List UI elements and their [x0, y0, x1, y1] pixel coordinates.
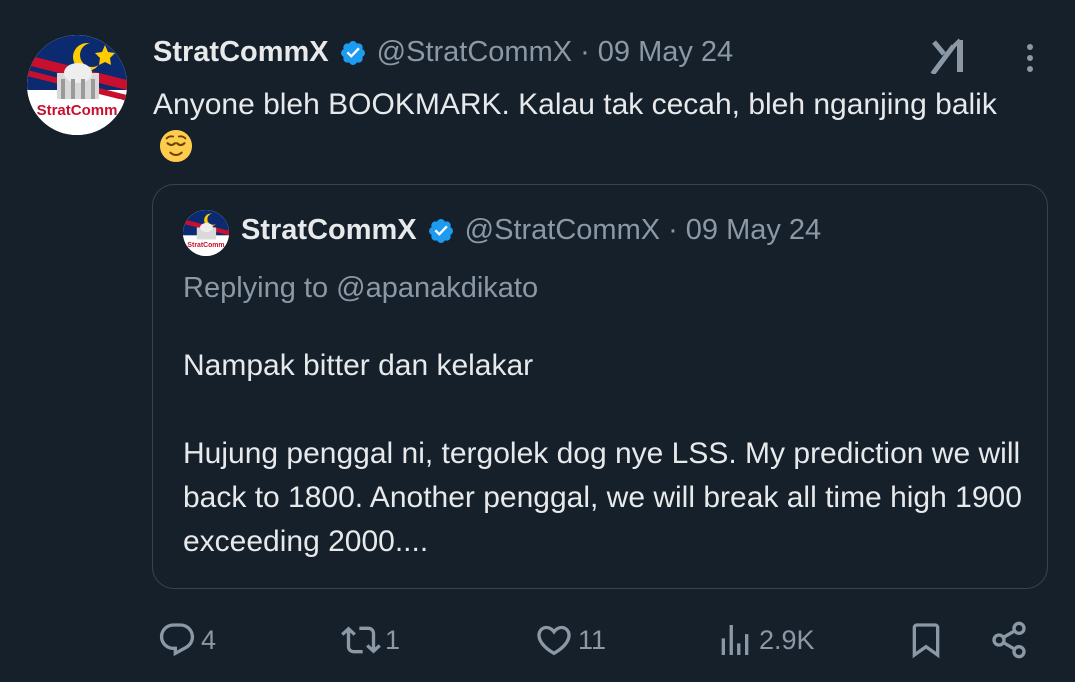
repost-icon [341, 626, 381, 654]
verified-badge-icon[interactable] [339, 39, 367, 67]
quoted-author-name[interactable]: StratCommX [241, 214, 417, 247]
tweet-text: Anyone bleh BOOKMARK. Kalau tak cecah, b… [153, 83, 1033, 169]
repost-button[interactable]: 1 [341, 615, 400, 665]
reply-button[interactable]: 4 [157, 615, 216, 665]
quoted-paragraph-2: Hujung penggal ni, tergolek dog nye LSS.… [183, 437, 1022, 558]
author-handle[interactable]: @StratCommX [377, 36, 572, 69]
share-icon [992, 621, 1026, 659]
reply-count: 4 [201, 624, 217, 655]
action-bar: 4 1 11 2.9K [0, 615, 1075, 665]
reply-icon [159, 623, 195, 657]
quoted-tweet-date[interactable]: 09 May 24 [686, 214, 821, 247]
separator-dot: · [668, 214, 678, 246]
tweet-text-content: Anyone bleh BOOKMARK. Kalau tak cecah, b… [153, 88, 997, 121]
separator-dot: · [580, 36, 590, 68]
quoted-avatar-logo-text: StratComm [187, 242, 224, 249]
quoted-tweet-text: Nampak bitter dan kelakar Hujung penggal… [183, 344, 1033, 564]
replying-to-text[interactable]: Replying to @apanakdikato [183, 272, 538, 305]
views-count: 2.9K [759, 624, 815, 655]
views-chart-icon [721, 625, 749, 655]
stratcomm-logo-icon: StratComm [183, 210, 229, 256]
bookmark-icon [912, 623, 940, 659]
quoted-author-handle[interactable]: @StratCommX [465, 214, 660, 247]
share-button[interactable] [989, 615, 1029, 665]
tweet-date[interactable]: 09 May 24 [598, 36, 733, 69]
more-options-icon[interactable] [1018, 42, 1042, 74]
quoted-author-avatar[interactable]: StratComm [183, 210, 229, 256]
quoted-tweet-header: StratCommX @StratCommX · 09 May 24 [241, 214, 821, 247]
views-button[interactable]: 2.9K [715, 615, 815, 665]
author-avatar[interactable]: StratComm [27, 35, 127, 135]
heart-icon [537, 625, 571, 656]
verified-badge-icon[interactable] [427, 217, 455, 245]
avatar-logo-text: StratComm [37, 102, 118, 119]
quoted-paragraph-1: Nampak bitter dan kelakar [183, 349, 534, 382]
grok-icon[interactable] [930, 38, 970, 74]
like-count: 11 [578, 624, 607, 655]
tweet-header: StratCommX @StratCommX · 09 May 24 [153, 36, 733, 69]
relieved-face-emoji-icon [159, 129, 193, 163]
like-button[interactable]: 11 [534, 615, 606, 665]
author-name[interactable]: StratCommX [153, 36, 329, 69]
stratcomm-logo-icon: StratComm [27, 35, 127, 135]
bookmark-button[interactable] [906, 615, 946, 665]
repost-count: 1 [385, 624, 401, 655]
